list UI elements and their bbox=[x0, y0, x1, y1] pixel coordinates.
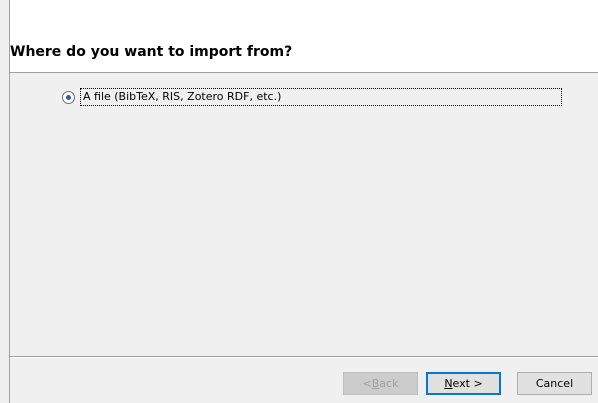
wizard-body: A file (BibTeX, RIS, Zotero RDF, etc.) bbox=[10, 73, 598, 356]
radio-button-selected-icon[interactable] bbox=[62, 90, 75, 104]
next-button-rest: ext > bbox=[452, 377, 483, 390]
footer-divider-highlight bbox=[10, 357, 598, 358]
import-source-option-file[interactable]: A file (BibTeX, RIS, Zotero RDF, etc.) bbox=[62, 87, 562, 107]
option-label[interactable]: A file (BibTeX, RIS, Zotero RDF, etc.) bbox=[80, 88, 562, 106]
back-button-mnemonic: B bbox=[371, 377, 380, 390]
wizard-header bbox=[10, 0, 598, 72]
back-button-rest: ack bbox=[379, 377, 399, 390]
back-button[interactable]: < Back bbox=[343, 372, 418, 395]
next-button-mnemonic: N bbox=[444, 377, 453, 390]
next-button[interactable]: Next > bbox=[426, 372, 501, 395]
back-button-prefix: < bbox=[362, 377, 372, 390]
import-wizard-window: Where do you want to import from? A file… bbox=[0, 0, 598, 403]
cancel-button[interactable]: Cancel bbox=[517, 372, 592, 395]
radio-dot-icon bbox=[66, 94, 71, 100]
page-title: Where do you want to import from? bbox=[10, 44, 293, 60]
